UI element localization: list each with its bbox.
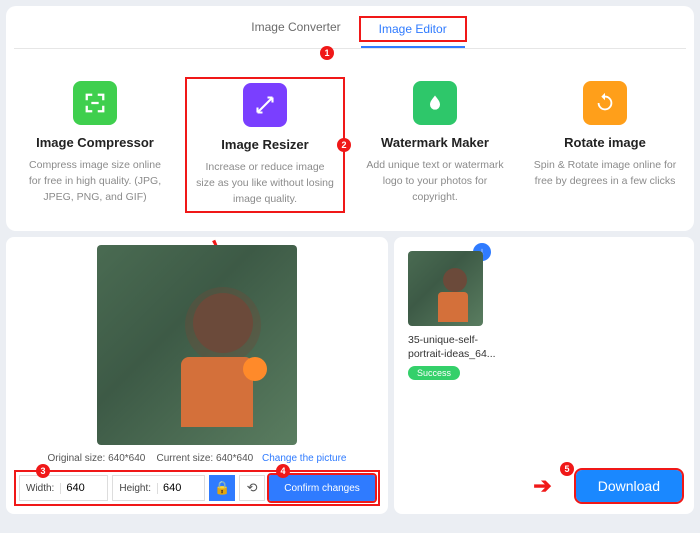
reset-icon: ⟲ bbox=[247, 480, 258, 496]
current-size-label: Current size: bbox=[156, 453, 213, 464]
download-row: ➔ 5 Download bbox=[406, 470, 682, 502]
card-title: Image Resizer bbox=[191, 137, 339, 152]
card-desc: Compress image size online for free in h… bbox=[19, 158, 171, 205]
card-title: Watermark Maker bbox=[359, 135, 511, 150]
status-badge: Success bbox=[408, 366, 460, 380]
annotation-badge-1: 1 bbox=[320, 46, 334, 60]
height-field: Height: bbox=[112, 475, 205, 501]
card-title: Image Compressor bbox=[19, 135, 171, 150]
current-size-value: 640*640 bbox=[216, 453, 253, 464]
card-desc: Increase or reduce image size as you lik… bbox=[191, 160, 339, 207]
watermark-icon bbox=[413, 81, 457, 125]
image-preview bbox=[97, 245, 297, 445]
annotation-arrow-icon: ➔ bbox=[533, 473, 551, 499]
compress-icon bbox=[73, 81, 117, 125]
card-rotate-image[interactable]: Rotate image Spin & Rotate image online … bbox=[525, 77, 685, 213]
result-thumbnail bbox=[408, 251, 483, 326]
height-input[interactable] bbox=[158, 476, 204, 500]
change-picture-link[interactable]: Change the picture bbox=[262, 453, 347, 464]
confirm-changes-button[interactable]: Confirm changes bbox=[269, 475, 375, 501]
reset-button[interactable]: ⟲ bbox=[239, 475, 265, 501]
download-button[interactable]: Download bbox=[576, 470, 682, 502]
lock-aspect-button[interactable]: 🔒 bbox=[209, 475, 235, 501]
tab-image-converter[interactable]: Image Converter bbox=[233, 16, 358, 42]
lock-icon: 🔒 bbox=[214, 480, 230, 496]
width-label: Width: bbox=[20, 483, 61, 494]
result-filename: 35-unique-self-portrait-ideas_64... bbox=[408, 334, 498, 361]
original-size-label: Original size: bbox=[47, 453, 105, 464]
card-title: Rotate image bbox=[529, 135, 681, 150]
height-label: Height: bbox=[113, 483, 158, 494]
size-info: Original size: 640*640 Current size: 640… bbox=[14, 453, 380, 464]
annotation-badge-5: 5 bbox=[560, 462, 574, 476]
editor-panel: ➘ Original size: 640*640 Current size: 6… bbox=[6, 237, 388, 514]
card-image-compressor[interactable]: Image Compressor Compress image size onl… bbox=[15, 77, 175, 213]
original-size-value: 640*640 bbox=[108, 453, 145, 464]
result-thumbnail-wrap: ↓ bbox=[408, 251, 483, 326]
resize-controls: 3 4 Width: Height: 🔒 ⟲ Confirm changes bbox=[14, 470, 380, 506]
tab-image-editor[interactable]: Image Editor bbox=[359, 16, 467, 42]
result-panel: ↓ 35-unique-self-portrait-ideas_64... Su… bbox=[394, 237, 694, 514]
rotate-icon bbox=[583, 81, 627, 125]
card-desc: Spin & Rotate image online for free by d… bbox=[529, 158, 681, 190]
card-watermark-maker[interactable]: Watermark Maker Add unique text or water… bbox=[355, 77, 515, 213]
flower-decoration bbox=[243, 357, 267, 381]
card-desc: Add unique text or watermark logo to you… bbox=[359, 158, 511, 205]
bottom-row: ➘ Original size: 640*640 Current size: 6… bbox=[6, 237, 694, 514]
annotation-badge-2: 2 bbox=[337, 138, 351, 152]
card-image-resizer[interactable]: 2 Image Resizer Increase or reduce image… bbox=[185, 77, 345, 213]
top-panel: Image Converter Image Editor 1 Image Com… bbox=[6, 6, 694, 231]
resize-icon bbox=[243, 83, 287, 127]
width-input[interactable] bbox=[61, 476, 107, 500]
width-field: Width: bbox=[19, 475, 108, 501]
tool-cards: Image Compressor Compress image size onl… bbox=[14, 77, 686, 213]
tabs: Image Converter Image Editor 1 bbox=[14, 16, 686, 49]
